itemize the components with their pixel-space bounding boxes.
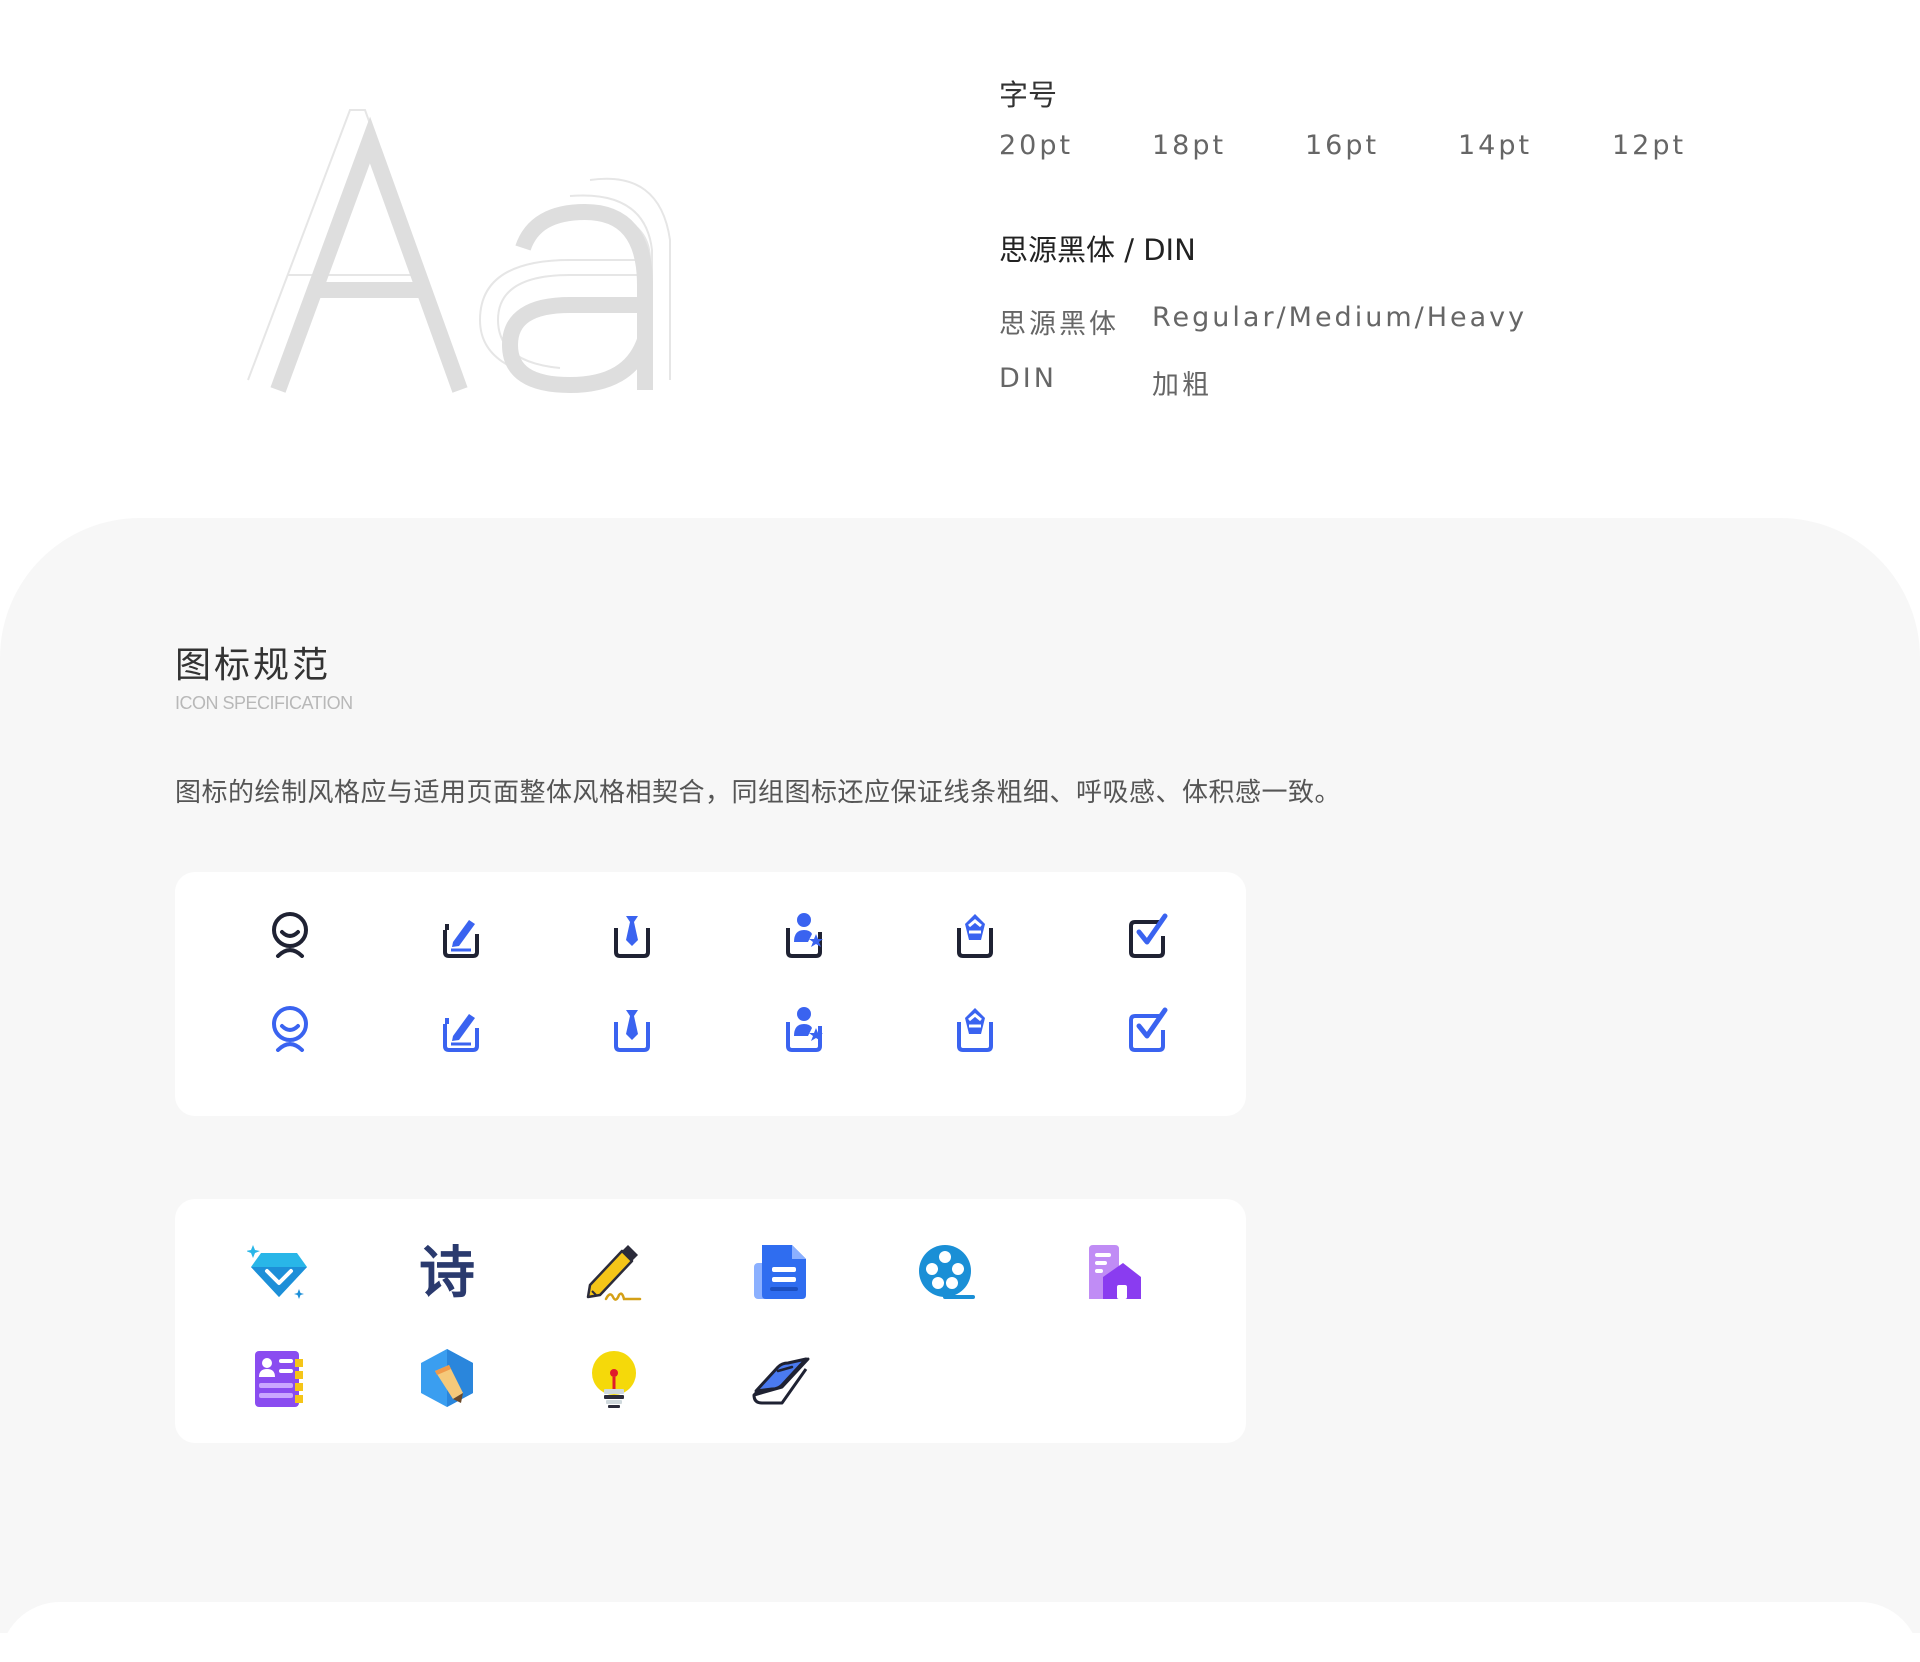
badge-note-icon-blue xyxy=(957,1008,993,1052)
user-star-note-icon-blue xyxy=(786,1007,823,1052)
size-12pt: 12pt xyxy=(1612,130,1687,161)
document-icon xyxy=(754,1245,806,1299)
user-star-note-icon xyxy=(786,913,823,958)
color-icon-card: 诗 xyxy=(175,1199,1246,1443)
badge-note-icon xyxy=(957,914,993,958)
font-name-din: DIN xyxy=(999,363,1057,394)
size-heading: 字号 xyxy=(999,78,1058,112)
book-icon xyxy=(752,1357,810,1405)
check-note-icon xyxy=(1129,913,1168,958)
section-description: 图标的绘制风格应与适用页面整体风格相契合，同组图标还应保证线条粗细、呼吸感、体积… xyxy=(175,778,1342,808)
font-weights-siyuan: Regular/Medium/Heavy xyxy=(1152,302,1528,333)
edit-note-icon xyxy=(443,920,479,958)
building-icon xyxy=(1089,1245,1141,1299)
tie-note-icon xyxy=(614,916,650,958)
section-subtitle: ICON SPECIFICATION xyxy=(175,693,353,713)
next-section-edge xyxy=(0,1602,1920,1662)
poem-icon: 诗 xyxy=(419,1240,475,1306)
tie-note-icon-blue xyxy=(614,1010,650,1052)
user-face-icon-blue xyxy=(272,1006,308,1052)
edit-note-icon-blue xyxy=(443,1014,479,1052)
aa-sample-glyphs xyxy=(247,109,671,394)
line-icon-card xyxy=(175,872,1246,1116)
font-weights-din: 加粗 xyxy=(1152,370,1212,401)
section-title: 图标规范 xyxy=(175,645,332,686)
contact-book-icon xyxy=(255,1351,303,1407)
size-20pt: 20pt xyxy=(999,130,1074,161)
size-14pt: 14pt xyxy=(1458,130,1533,161)
hexagon-pencil-icon xyxy=(421,1349,473,1407)
pencil-sign-icon xyxy=(586,1245,642,1301)
icon-spec-section: 图标规范 ICON SPECIFICATION 图标的绘制风格应与适用页面整体风… xyxy=(0,518,1920,1633)
diamond-icon xyxy=(247,1245,307,1299)
lightbulb-icon xyxy=(592,1351,636,1408)
user-face-icon xyxy=(272,912,308,958)
film-reel-icon xyxy=(919,1245,975,1299)
font-name-siyuan: 思源黑体 xyxy=(999,309,1119,340)
font-heading: 思源黑体 / DIN xyxy=(999,233,1196,267)
size-16pt: 16pt xyxy=(1305,130,1380,161)
check-note-icon-blue xyxy=(1129,1007,1168,1052)
size-18pt: 18pt xyxy=(1152,130,1227,161)
